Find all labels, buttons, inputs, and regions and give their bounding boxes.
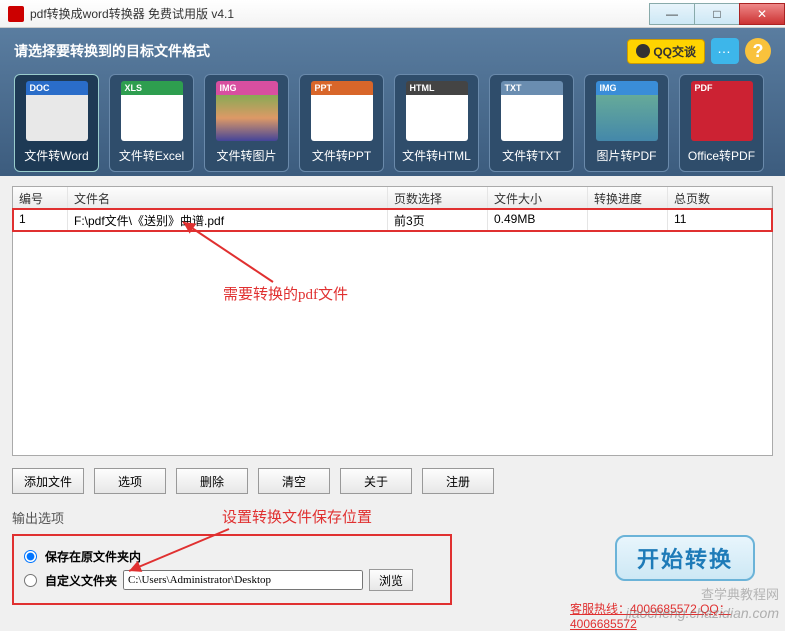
start-convert-button[interactable]: 开始转换: [615, 535, 755, 581]
pdf-icon: PDF: [691, 81, 753, 141]
col-pages: 页数选择: [388, 187, 488, 208]
window-title: pdf转换成word转换器 免费试用版 v4.1: [30, 5, 234, 22]
format-tile-文件转Word[interactable]: DOC文件转Word: [14, 74, 99, 172]
annotation-arrow-2: [124, 521, 234, 581]
txt-icon: TXT: [501, 81, 563, 141]
app-icon: [8, 6, 24, 22]
add-file-button[interactable]: 添加文件: [12, 468, 84, 494]
format-tiles: DOC文件转WordXLS文件转ExcelIMG文件转图片PPT文件转PPTHT…: [14, 74, 771, 172]
qq-chat-button[interactable]: QQ交谈: [627, 39, 705, 64]
format-tile-图片转PDF[interactable]: IMG图片转PDF: [584, 74, 669, 172]
output-label: 输出选项: [12, 511, 64, 526]
table-header: 编号 文件名 页数选择 文件大小 转换进度 总页数: [13, 187, 772, 209]
delete-button[interactable]: 删除: [176, 468, 248, 494]
file-table: 编号 文件名 页数选择 文件大小 转换进度 总页数 1F:\pdf文件\《送别》…: [12, 186, 773, 456]
radio-original-input[interactable]: [24, 550, 37, 563]
format-prompt: 请选择要转换到的目标文件格式: [14, 41, 210, 61]
format-tile-文件转Excel[interactable]: XLS文件转Excel: [109, 74, 194, 172]
format-tile-文件转图片[interactable]: IMG文件转图片: [204, 74, 289, 172]
clear-button[interactable]: 清空: [258, 468, 330, 494]
minimize-button[interactable]: —: [649, 3, 695, 25]
ppt-icon: PPT: [311, 81, 373, 141]
action-buttons: 添加文件 选项 删除 清空 关于 注册: [12, 468, 773, 494]
format-tile-文件转HTML[interactable]: HTML文件转HTML: [394, 74, 479, 172]
annotation-arrow-1: [173, 217, 293, 287]
annotation-file: 需要转换的pdf文件: [223, 283, 348, 304]
format-toolbar: 请选择要转换到的目标文件格式 QQ交谈 ? DOC文件转WordXLS文件转Ex…: [0, 28, 785, 176]
qq-icon: [636, 44, 650, 58]
doc-icon: DOC: [26, 81, 88, 141]
browse-button[interactable]: 浏览: [369, 569, 413, 591]
watermark-top: 查学典教程网: [701, 584, 779, 603]
col-total: 总页数: [668, 187, 772, 208]
maximize-button[interactable]: □: [694, 3, 740, 25]
col-progress: 转换进度: [588, 187, 668, 208]
col-size: 文件大小: [488, 187, 588, 208]
html-icon: HTML: [406, 81, 468, 141]
window-controls: — □ ✕: [650, 3, 785, 25]
format-tile-文件转TXT[interactable]: TXT文件转TXT: [489, 74, 574, 172]
format-tile-Office转PDF[interactable]: PDFOffice转PDF: [679, 74, 764, 172]
options-button[interactable]: 选项: [94, 468, 166, 494]
radio-custom-input[interactable]: [24, 574, 37, 587]
table-row[interactable]: 1F:\pdf文件\《送别》曲谱.pdf前3页0.49MB11: [13, 209, 772, 231]
img-icon: IMG: [216, 81, 278, 141]
radio-custom-label: 自定义文件夹: [45, 572, 117, 589]
xls-icon: XLS: [121, 81, 183, 141]
chat-icon[interactable]: [711, 38, 739, 64]
help-icon[interactable]: ?: [745, 38, 771, 64]
annotation-save: 设置转换文件保存位置: [222, 506, 372, 527]
format-tile-文件转PPT[interactable]: PPT文件转PPT: [299, 74, 384, 172]
about-button[interactable]: 关于: [340, 468, 412, 494]
img-icon: IMG: [596, 81, 658, 141]
watermark-bottom: jiaocheng.chazidian.com: [626, 605, 779, 621]
output-options-box: 保存在原文件夹内 自定义文件夹 浏览: [12, 534, 452, 605]
qq-label: QQ交谈: [653, 43, 696, 60]
close-button[interactable]: ✕: [739, 3, 785, 25]
col-name: 文件名: [68, 187, 388, 208]
register-button[interactable]: 注册: [422, 468, 494, 494]
titlebar: pdf转换成word转换器 免费试用版 v4.1 — □ ✕: [0, 0, 785, 28]
col-id: 编号: [13, 187, 68, 208]
